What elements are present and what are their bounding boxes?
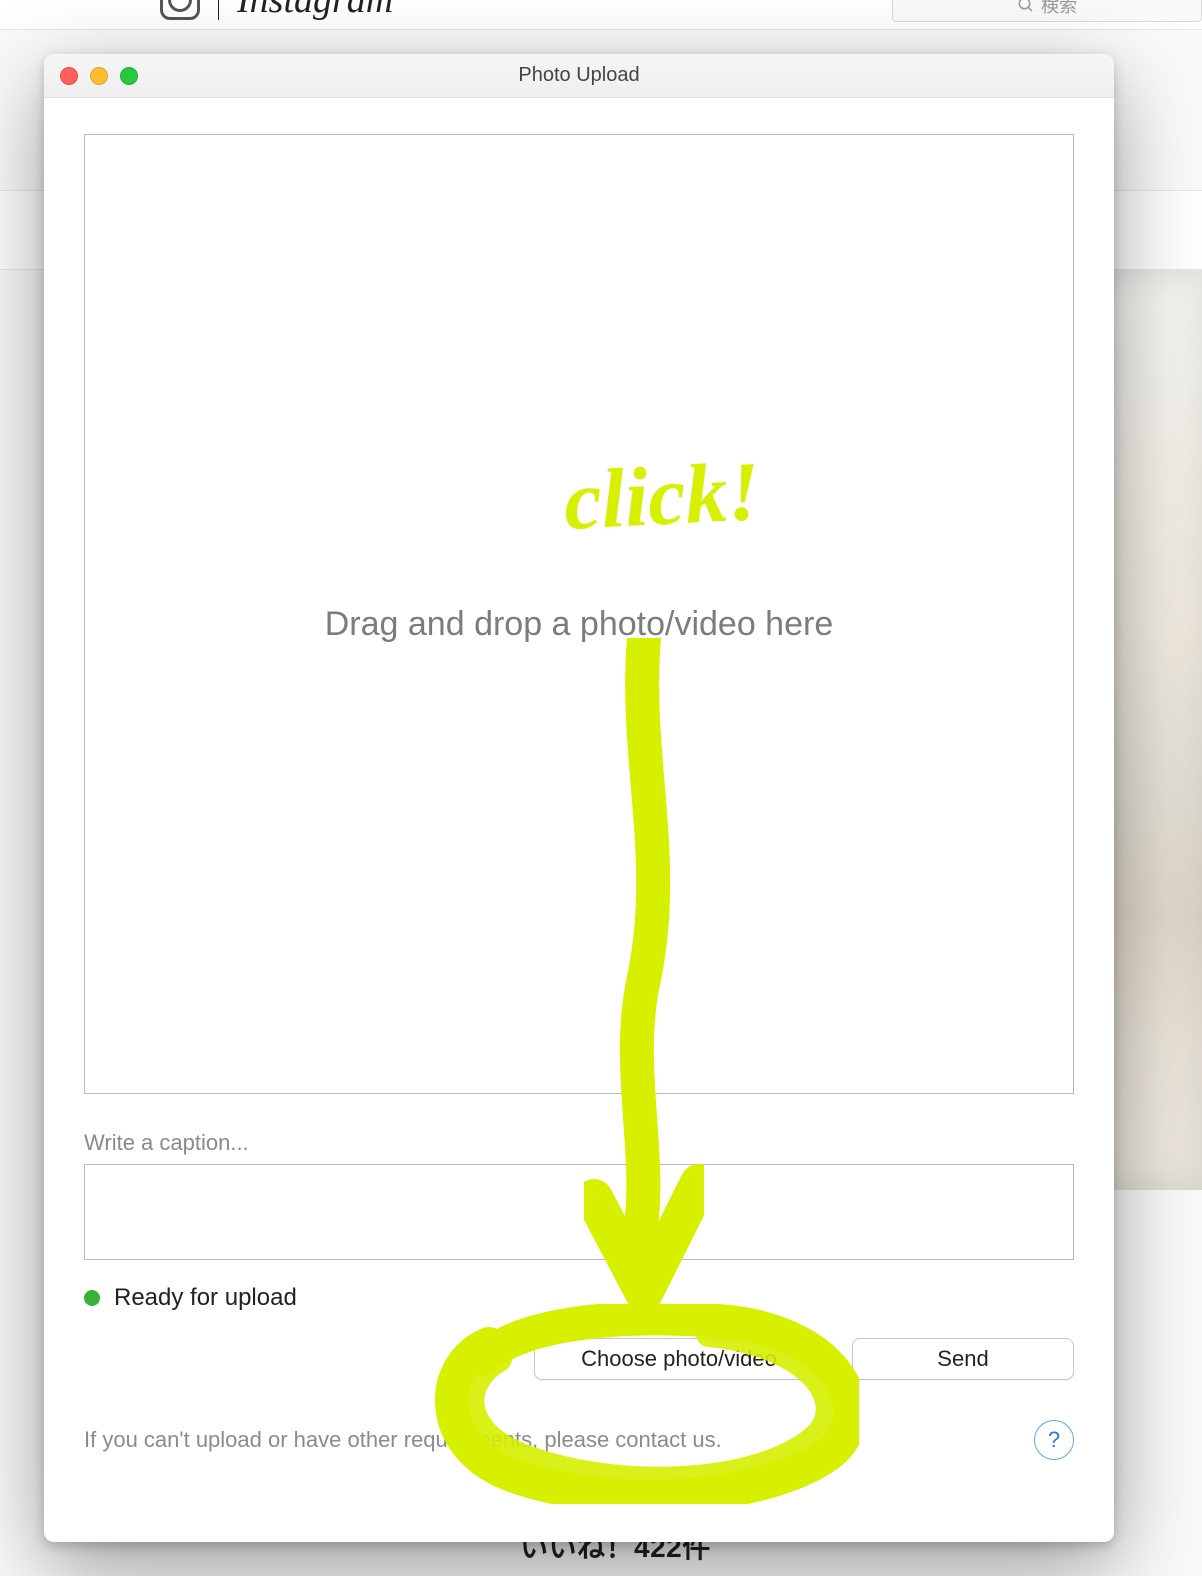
close-button[interactable] bbox=[60, 67, 78, 85]
caption-input[interactable] bbox=[84, 1164, 1074, 1260]
status-indicator-icon bbox=[84, 1290, 100, 1306]
footer-row: If you can't upload or have other requir… bbox=[84, 1420, 1074, 1460]
minimize-button[interactable] bbox=[90, 67, 108, 85]
traffic-lights bbox=[60, 67, 138, 85]
button-row: Choose photo/video Send bbox=[84, 1338, 1074, 1380]
dropzone[interactable]: Drag and drop a photo/video here bbox=[84, 134, 1074, 1094]
caption-label: Write a caption... bbox=[84, 1130, 1074, 1156]
choose-photo-button[interactable]: Choose photo/video bbox=[534, 1338, 824, 1380]
bg-header: Instagram 検索 bbox=[0, 0, 1202, 30]
instagram-icon bbox=[160, 0, 200, 20]
send-button[interactable]: Send bbox=[852, 1338, 1074, 1380]
search-icon bbox=[1017, 0, 1035, 14]
logo-divider bbox=[218, 0, 219, 20]
dialog-body: Drag and drop a photo/video here Write a… bbox=[44, 98, 1114, 1542]
help-text: If you can't upload or have other requir… bbox=[84, 1427, 722, 1453]
instagram-wordmark: Instagram bbox=[237, 0, 393, 22]
titlebar: Photo Upload bbox=[44, 54, 1114, 98]
search-label: 検索 bbox=[1041, 0, 1077, 18]
status-row: Ready for upload bbox=[84, 1284, 1074, 1312]
search-box[interactable]: 検索 bbox=[892, 0, 1202, 22]
annotation-highlight-icon bbox=[429, 1304, 859, 1504]
help-button[interactable]: ? bbox=[1034, 1420, 1074, 1460]
maximize-button[interactable] bbox=[120, 67, 138, 85]
instagram-logo: Instagram bbox=[160, 0, 250, 26]
dialog-title: Photo Upload bbox=[518, 64, 639, 87]
photo-upload-dialog: Photo Upload Drag and drop a photo/video… bbox=[44, 54, 1114, 1542]
dropzone-text: Drag and drop a photo/video here bbox=[325, 605, 833, 644]
status-text: Ready for upload bbox=[114, 1284, 297, 1312]
